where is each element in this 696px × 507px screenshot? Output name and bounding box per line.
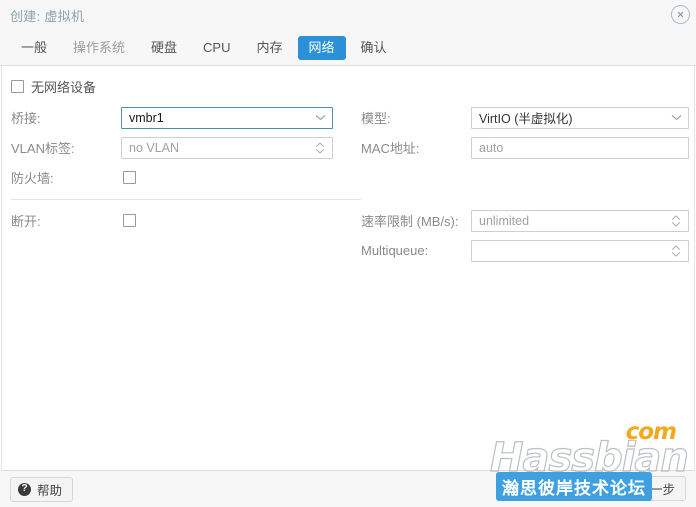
tab-memory[interactable]: 内存 [246, 36, 294, 60]
bridge-value: vmbr1 [129, 110, 164, 125]
vlan-tag-row: VLAN标签: no VLAN [11, 133, 361, 162]
rate-limit-label: 速率限制 (MB/s): [361, 214, 459, 229]
help-button[interactable]: ? 帮助 [10, 476, 74, 502]
tab-cpu[interactable]: CPU [192, 36, 241, 60]
tab-general[interactable]: 一般 [10, 36, 58, 60]
mac-address-input[interactable]: auto [471, 136, 689, 159]
firewall-checkbox[interactable] [123, 171, 136, 184]
disconnect-checkbox[interactable] [123, 214, 136, 227]
model-row: 模型: VirtIO (半虚拟化) [361, 103, 689, 132]
section-divider-left [11, 199, 361, 200]
firewall-label: 防火墙: [11, 171, 54, 186]
model-combobox[interactable]: VirtIO (半虚拟化) [471, 106, 689, 129]
bridge-label: 桥接: [11, 111, 41, 126]
form-column-left: 桥接: vmbr1 VLAN标签: no VLAN 防火墙: 断开: [11, 103, 361, 266]
firewall-row: 防火墙: [11, 163, 361, 192]
model-label: 模型: [361, 111, 391, 126]
no-network-device-label: 无网络设备 [31, 79, 97, 95]
dialog-footer: ? 帮助 下一步 [0, 471, 696, 507]
multiqueue-spinner[interactable] [471, 239, 689, 262]
form-columns: 桥接: vmbr1 VLAN标签: no VLAN 防火墙: 断开: 模型: V… [11, 103, 689, 266]
question-mark-icon: ? [18, 482, 31, 496]
create-vm-dialog: 创建: 虚拟机 一般 操作系统 硬盘 CPU 内存 网络 确认 无网络设备 桥接… [0, 0, 696, 507]
mac-address-label: MAC地址: [361, 141, 420, 156]
chevron-down-icon[interactable] [670, 108, 682, 128]
help-button-label: 帮助 [37, 483, 63, 498]
next-button[interactable]: 下一步 [626, 476, 686, 501]
bridge-combobox[interactable]: vmbr1 [121, 106, 333, 129]
tab-disk[interactable]: 硬盘 [140, 36, 188, 60]
vlan-tag-label: VLAN标签: [11, 141, 75, 156]
rate-limit-value: unlimited [479, 213, 530, 228]
vlan-tag-value: no VLAN [129, 140, 180, 155]
multiqueue-label: Multiqueue: [361, 243, 429, 258]
firewall-checkbox-cell [121, 167, 333, 189]
multiqueue-row: Multiqueue: [361, 236, 689, 265]
tab-bar: 一般 操作系统 硬盘 CPU 内存 网络 确认 [0, 30, 696, 66]
page-title: 创建: 虚拟机 [10, 8, 85, 24]
model-value: VirtIO (半虚拟化) [479, 112, 573, 126]
next-button-label: 下一步 [637, 483, 675, 497]
spinner-arrows-icon[interactable] [670, 241, 682, 261]
rate-limit-row: 速率限制 (MB/s): unlimited [361, 206, 689, 235]
right-spacer-row [361, 163, 689, 192]
spinner-arrows-icon[interactable] [670, 211, 682, 231]
bridge-row: 桥接: vmbr1 [11, 103, 361, 132]
no-network-device-checkbox[interactable] [11, 79, 24, 93]
disconnect-label: 断开: [11, 214, 41, 229]
tab-os[interactable]: 操作系统 [62, 36, 136, 60]
chevron-down-icon[interactable] [314, 108, 326, 128]
spinner-arrows-icon[interactable] [314, 138, 326, 158]
tab-network[interactable]: 网络 [297, 35, 346, 60]
network-settings-panel: 无网络设备 桥接: vmbr1 VLAN标签: no VLAN 防火墙: 断开:… [1, 66, 695, 471]
network-form: 无网络设备 桥接: vmbr1 VLAN标签: no VLAN 防火墙: 断开:… [2, 66, 694, 266]
rate-limit-spinner[interactable]: unlimited [471, 209, 689, 232]
form-column-right: 模型: VirtIO (半虚拟化) MAC地址: auto 速率限制 (MB/s… [361, 103, 689, 266]
tab-confirm[interactable]: 确认 [350, 36, 398, 60]
mac-address-row: MAC地址: auto [361, 133, 689, 162]
mac-address-value: auto [479, 140, 504, 155]
dialog-titlebar: 创建: 虚拟机 [0, 0, 696, 30]
disconnect-checkbox-cell [121, 210, 333, 232]
close-icon[interactable] [671, 5, 690, 24]
vlan-tag-spinner[interactable]: no VLAN [121, 136, 333, 159]
no-network-device-row: 无网络设备 [11, 76, 685, 96]
disconnect-row: 断开: [11, 206, 361, 235]
